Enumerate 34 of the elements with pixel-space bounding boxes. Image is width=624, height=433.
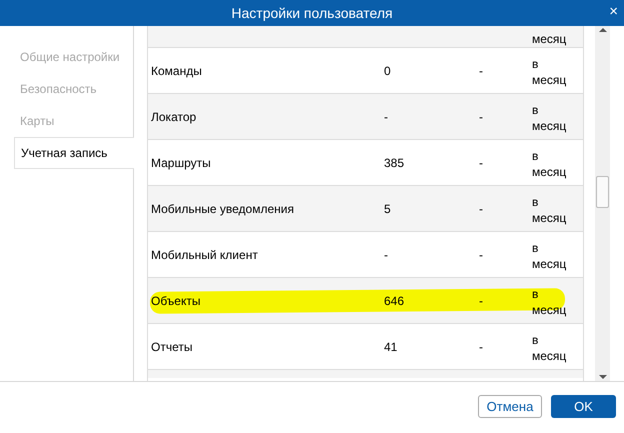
table-cell-text: в месяц [532,148,568,180]
ok-button[interactable]: OK [551,395,616,418]
table-cell: - [384,110,388,124]
table-cell: Локатор [151,110,196,124]
table-cell: Объекты [151,294,200,308]
table-cell-text: в месяц [532,56,568,88]
table-cell: - [479,110,483,124]
table-cell-text: в месяц [532,194,568,226]
scrollbar[interactable] [595,26,610,381]
table-cell: Команды [151,64,202,78]
window-title: Настройки пользователя [231,4,393,23]
table-cell: - [479,340,483,354]
table-cell: 0 [384,64,391,78]
table-cell: Отчеты [151,340,192,354]
table-cell: месяц [532,31,566,47]
close-button[interactable]: × [609,4,618,20]
table-cell: Маршруты [151,156,211,170]
table-cell: 385 [384,156,404,170]
table-cell: - [384,248,388,262]
table-cell: - [479,248,483,262]
sidebar-item[interactable]: Учетная запись [14,137,134,169]
table-cell-text: в месяц [532,102,568,134]
table-cell: - [479,202,483,216]
table-cell: 646 [384,294,404,308]
table-cell: Мобильные уведомления [151,202,294,216]
table-cell: - [479,64,483,78]
table-cell: Мобильный клиент [151,248,258,262]
table-cell-text: в месяц [532,332,568,364]
table-cell-text: в месяц [532,240,568,272]
table-cell: 5 [384,202,391,216]
cancel-button[interactable]: Отмена [478,395,542,418]
table-cell: - [479,294,483,308]
table-cell: 41 [384,340,398,354]
table-cell: - [479,156,483,170]
